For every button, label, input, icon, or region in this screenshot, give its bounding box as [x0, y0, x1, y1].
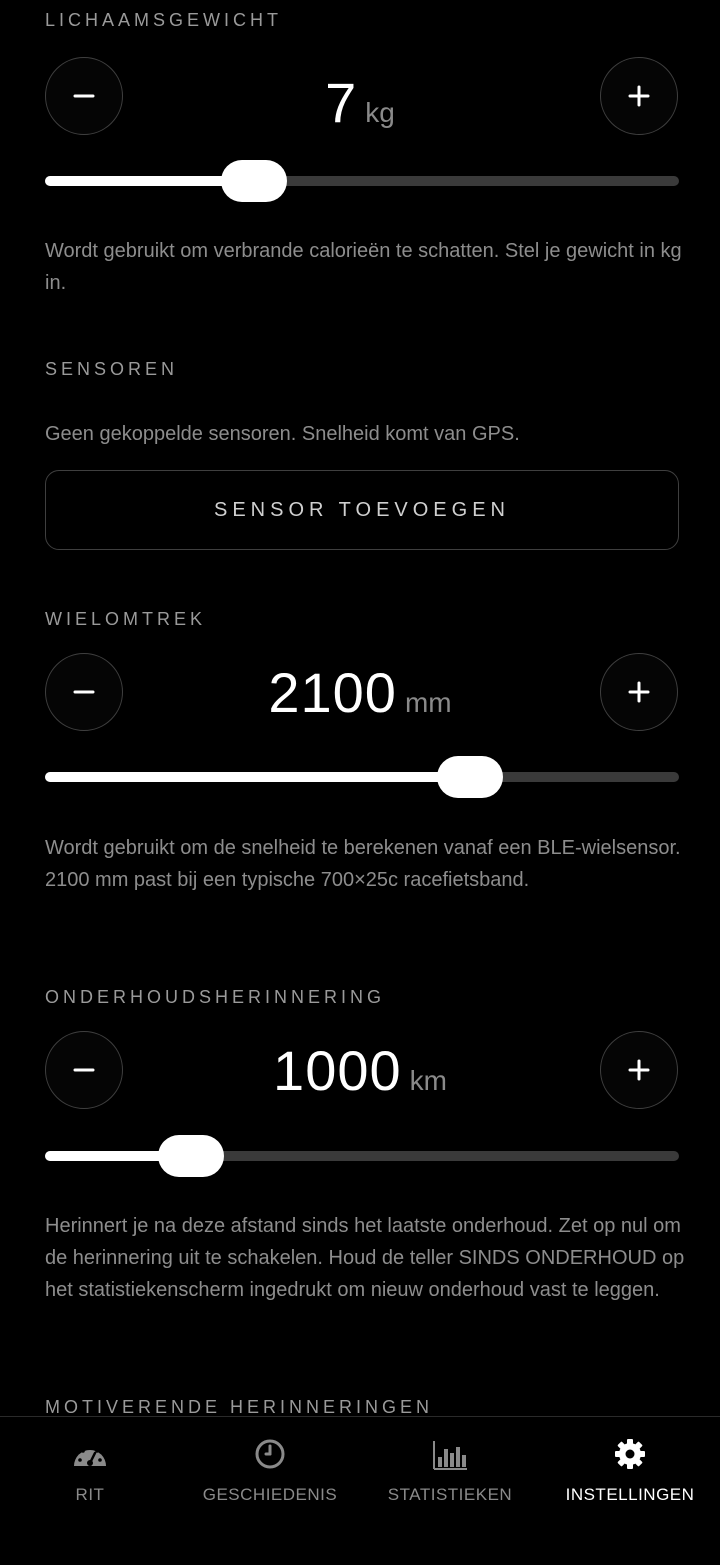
speedometer-icon [74, 1445, 106, 1466]
plus-icon [628, 85, 650, 107]
bottom-tab-bar: RIT GESCHIEDENIS STATISTIEKEN INSTELLING… [0, 1416, 720, 1565]
wheel-value-display: 2100 mm [130, 660, 590, 725]
maintenance-slider[interactable] [45, 1135, 679, 1177]
maintenance-increase-button[interactable] [600, 1031, 678, 1109]
maintenance-value: 1000 [273, 1039, 402, 1102]
wheel-increase-button[interactable] [600, 653, 678, 731]
clock-icon [255, 1439, 285, 1469]
wheel-slider-thumb[interactable] [436, 756, 503, 798]
tab-label: STATISTIEKEN [387, 1485, 513, 1504]
motivation-section-label: MOTIVERENDE HERINNERINGEN [45, 1397, 434, 1417]
sensors-section-label: SENSOREN [45, 359, 179, 379]
settings-screen: LICHAAMSGEWICHT 7 kg Wordt gebruikt om v… [0, 0, 720, 1565]
maintenance-slider-thumb[interactable] [157, 1135, 224, 1177]
tab-rit[interactable]: RIT [0, 1417, 180, 1565]
bar-chart-icon [433, 1441, 467, 1470]
wheel-value: 2100 [268, 661, 397, 724]
maintenance-unit: km [409, 1065, 447, 1096]
plus-icon [628, 681, 650, 703]
weight-increase-button[interactable] [600, 57, 678, 135]
tab-label: GESCHIEDENIS [202, 1485, 338, 1504]
maintenance-decrease-button[interactable] [45, 1031, 123, 1109]
wheel-slider[interactable] [45, 756, 679, 798]
minus-icon [73, 1068, 95, 1072]
weight-unit: kg [365, 97, 395, 128]
wheel-section-label: WIELOMTREK [45, 609, 207, 629]
weight-slider-thumb[interactable] [221, 160, 288, 202]
weight-value-display: 7 kg [130, 70, 590, 135]
wheel-description: Wordt gebruikt om de snelheid te bereken… [45, 837, 681, 891]
weight-section-label: LICHAAMSGEWICHT [45, 10, 283, 30]
tab-label: INSTELLINGEN [565, 1485, 695, 1504]
gear-icon [615, 1439, 645, 1469]
tab-label: RIT [75, 1485, 105, 1504]
weight-slider[interactable] [45, 160, 679, 202]
tab-geschiedenis[interactable]: GESCHIEDENIS [180, 1417, 360, 1565]
sensors-description: Geen gekoppelde sensoren. Snelheid komt … [45, 423, 520, 445]
tab-statistieken[interactable]: STATISTIEKEN [360, 1417, 540, 1565]
tab-instellingen[interactable]: INSTELLINGEN [540, 1417, 720, 1565]
maintenance-section-label: ONDERHOUDSHERINNERING [45, 987, 386, 1007]
wheel-decrease-button[interactable] [45, 653, 123, 731]
weight-decrease-button[interactable] [45, 57, 123, 135]
maintenance-value-display: 1000 km [130, 1038, 590, 1103]
weight-description: Wordt gebruikt om verbrande calorieën te… [45, 240, 682, 294]
maintenance-description: Herinnert je na deze afstand sinds het l… [45, 1215, 685, 1301]
add-sensor-button[interactable]: SENSOR TOEVOEGEN [45, 470, 679, 550]
wheel-slider-fill [45, 772, 470, 782]
minus-icon [73, 94, 95, 98]
weight-value: 7 [325, 71, 358, 134]
minus-icon [73, 690, 95, 694]
wheel-unit: mm [404, 687, 452, 718]
plus-icon [628, 1059, 650, 1081]
